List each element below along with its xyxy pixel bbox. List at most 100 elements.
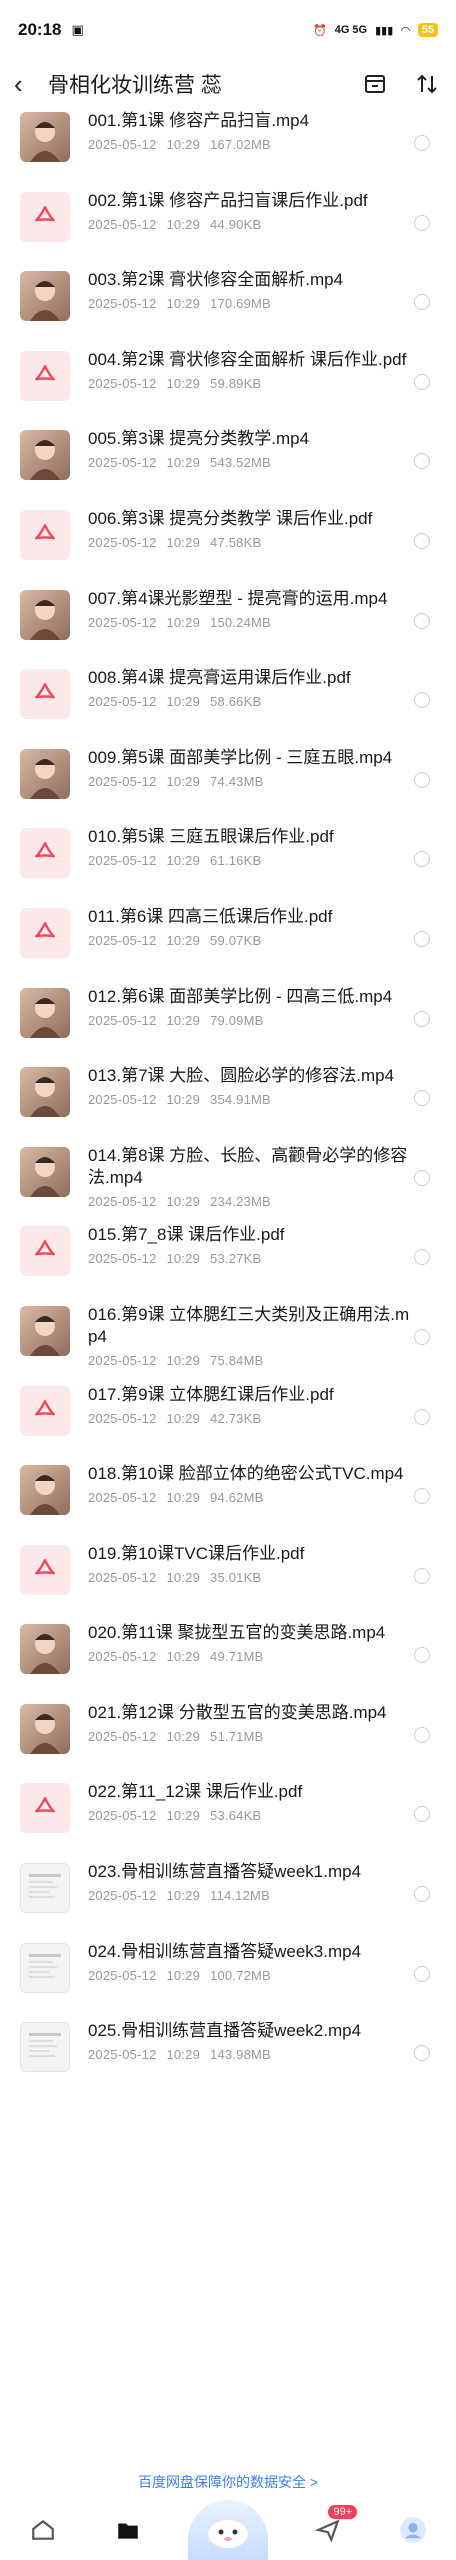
file-size: 94.62MB (210, 1490, 264, 1506)
file-row[interactable]: 008.第4课 提亮膏运用课后作业.pdf 2025-05-12 10:29 58.6… (0, 661, 456, 741)
select-radio[interactable] (414, 851, 430, 868)
file-meta: 009.第5课 面部美学比例 - 三庭五眼.mp4 2025-05-12 10:29… (88, 747, 418, 789)
battery-badge: 55 (417, 23, 438, 37)
file-row[interactable]: 004.第2课 膏状修容全面解析 课后作业.pdf 2025-05-12 10:29… (0, 343, 456, 423)
file-meta: 018.第10课 脸部立体的绝密公式TVC.mp4 2025-05-12 10:29… (88, 1463, 418, 1505)
file-row[interactable]: 022.第11_12课 课后作业.pdf 2025-05-12 10:29 53.64… (0, 1775, 456, 1855)
sort-icon[interactable] (412, 69, 442, 99)
nav-files-icon[interactable] (103, 2505, 153, 2555)
file-row[interactable]: 019.第10课TVC课后作业.pdf 2025-05-12 10:29 35.01K… (0, 1537, 456, 1617)
nav-home-icon[interactable] (18, 2505, 68, 2555)
file-details: 2025-05-12 10:29 79.09MB (88, 1013, 418, 1028)
file-meta: 006.第3课 提亮分类教学 课后作业.pdf 2025-05-12 10:29 47… (88, 508, 418, 550)
file-size: 59.89KB (210, 375, 262, 391)
file-time: 10:29 (166, 1352, 201, 1368)
select-radio[interactable] (414, 771, 430, 788)
video-thumbnail-icon (20, 1465, 70, 1516)
file-row[interactable]: 006.第3课 提亮分类教学 课后作业.pdf 2025-05-12 10:29 47… (0, 502, 456, 582)
file-date: 2025-05-12 (88, 1410, 157, 1426)
video-thumbnail-icon (20, 1703, 70, 1754)
file-date: 2025-05-12 (88, 932, 157, 948)
nav-profile-icon[interactable] (388, 2505, 438, 2555)
select-radio[interactable] (414, 453, 430, 470)
archive-icon[interactable] (360, 69, 390, 99)
file-row[interactable]: 007.第4课光影塑型 - 提亮膏的运用.mp4 2025-05-12 10:29 1… (0, 582, 456, 662)
select-radio[interactable] (414, 1567, 430, 1584)
file-row[interactable]: 003.第2课 膏状修容全面解析.mp4 2025-05-12 10:29 170.6… (0, 263, 456, 343)
file-details: 2025-05-12 10:29 94.62MB (88, 1490, 418, 1505)
file-name: 001.第1课 修容产品扫盲.mp4 (88, 111, 310, 130)
back-icon[interactable]: ‹ (14, 69, 48, 100)
select-radio[interactable] (414, 532, 430, 549)
file-time: 10:29 (166, 1888, 201, 1904)
file-name: 013.第7课 大脸、圆脸必学的修容法.mp4 (88, 1066, 395, 1086)
select-radio[interactable] (414, 1886, 430, 1903)
file-name: 022.第11_12课 课后作业.pdf (88, 1782, 303, 1802)
file-size: 53.27KB (210, 1251, 262, 1267)
security-note[interactable]: 百度网盘保障你的数据安全 > (0, 2472, 456, 2492)
select-radio[interactable] (414, 1010, 430, 1027)
header: ‹ 骨相化妆训练营 蕊 (0, 60, 456, 108)
select-radio[interactable] (414, 1488, 430, 1505)
select-radio[interactable] (414, 214, 430, 231)
file-row[interactable]: 018.第10课 脸部立体的绝密公式TVC.mp4 2025-05-12 10:29… (0, 1457, 456, 1537)
status-bar: 20:18 ▣ ⏰ 4G 5G ▮▮▮ ◠ 55 (0, 0, 456, 60)
select-radio[interactable] (414, 294, 430, 311)
file-details: 2025-05-12 10:29 234.23MB (88, 1194, 418, 1209)
file-date: 2025-05-12 (88, 534, 157, 550)
file-row[interactable]: 013.第7课 大脸、圆脸必学的修容法.mp4 2025-05-12 10:29 35… (0, 1059, 456, 1139)
file-time: 10:29 (166, 694, 201, 710)
file-meta: 005.第3课 提亮分类教学.mp4 2025-05-12 10:29 543.52M… (88, 428, 418, 470)
nav-share-icon[interactable]: 99+ (303, 2505, 358, 2555)
mascot-icon[interactable] (187, 2500, 268, 2560)
select-radio[interactable] (414, 135, 430, 151)
select-radio[interactable] (414, 1806, 430, 1823)
select-radio[interactable] (414, 373, 430, 390)
file-meta: 017.第9课 立体腮红课后作业.pdf 2025-05-12 10:29 42.73… (88, 1384, 418, 1426)
file-details: 2025-05-12 10:29 114.12MB (88, 1888, 418, 1903)
file-size: 143.98MB (210, 2047, 271, 2063)
file-name: 023.骨相训练营直播答疑week1.mp4 (88, 1862, 362, 1882)
nav-badge: 99+ (328, 2505, 358, 2519)
select-radio[interactable] (414, 2045, 430, 2062)
file-row[interactable]: 012.第6课 面部美学比例 - 四高三低.mp4 2025-05-12 10:29… (0, 980, 456, 1060)
select-radio[interactable] (414, 1090, 430, 1107)
select-radio[interactable] (414, 1169, 430, 1186)
file-row[interactable]: 002.第1课 修容产品扫盲课后作业.pdf 2025-05-12 10:29 44.… (0, 184, 456, 264)
file-row[interactable]: 010.第5课 三庭五眼课后作业.pdf 2025-05-12 10:29 61.16… (0, 820, 456, 900)
select-radio[interactable] (414, 1328, 430, 1345)
file-row[interactable]: 023.骨相训练营直播答疑week1.mp4 2025-05-12 10:29 114… (0, 1855, 456, 1935)
file-row[interactable]: 005.第3课 提亮分类教学.mp4 2025-05-12 10:29 543.52M… (0, 422, 456, 502)
select-radio[interactable] (414, 1965, 430, 1982)
file-name: 004.第2课 膏状修容全面解析 课后作业.pdf (88, 349, 407, 369)
pdf-icon (20, 1385, 70, 1436)
file-row[interactable]: 020.第11课 聚拢型五官的变美思路.mp4 2025-05-12 10:29 49… (0, 1616, 456, 1696)
bottom-nav: 99+ (0, 2500, 456, 2560)
file-details: 2025-05-12 10:29 51.71MB (88, 1729, 418, 1744)
file-size: 61.16KB (210, 853, 262, 869)
file-row[interactable]: 024.骨相训练营直播答疑week3.mp4 2025-05-12 10:29 100… (0, 1935, 456, 2015)
file-row[interactable]: 011.第6课 四高三低课后作业.pdf 2025-05-12 10:29 59.07… (0, 900, 456, 980)
pdf-icon (20, 1544, 70, 1595)
file-row[interactable]: 021.第12课 分散型五官的变美思路.mp4 2025-05-12 10:29 51… (0, 1696, 456, 1776)
file-row[interactable]: 001.第1课 修容产品扫盲.mp4 2025-05-12 10:29 167.02M… (0, 104, 456, 184)
file-row[interactable]: 016.第9课 立体腮红三大类别及正确用法.mp4 2025-05-12 10:29… (0, 1298, 456, 1378)
file-details: 2025-05-12 10:29 543.52MB (88, 455, 418, 470)
select-radio[interactable] (414, 1408, 430, 1425)
file-size: 53.64KB (210, 1808, 262, 1824)
file-details: 2025-05-12 10:29 53.64KB (88, 1808, 418, 1823)
select-radio[interactable] (414, 1249, 430, 1266)
file-date: 2025-05-12 (88, 1352, 157, 1368)
select-radio[interactable] (414, 1647, 430, 1664)
file-row[interactable]: 009.第5课 面部美学比例 - 三庭五眼.mp4 2025-05-12 10:29… (0, 741, 456, 821)
file-row[interactable]: 014.第8课 方脸、长脸、高颧骨必学的修容法.mp4 2025-05-12 10:… (0, 1139, 456, 1219)
file-row[interactable]: 015.第7_8课 课后作业.pdf 2025-05-12 10:29 53.27KB (0, 1218, 456, 1298)
select-radio[interactable] (414, 1726, 430, 1743)
select-radio[interactable] (414, 692, 430, 709)
select-radio[interactable] (414, 930, 430, 947)
select-radio[interactable] (414, 612, 430, 629)
file-time: 10:29 (166, 853, 201, 869)
file-row[interactable]: 025.骨相训练营直播答疑week2.mp4 2025-05-12 10:29 143… (0, 2014, 456, 2094)
video-thumbnail-icon (20, 748, 70, 799)
file-row[interactable]: 017.第9课 立体腮红课后作业.pdf 2025-05-12 10:29 42.73… (0, 1378, 456, 1458)
